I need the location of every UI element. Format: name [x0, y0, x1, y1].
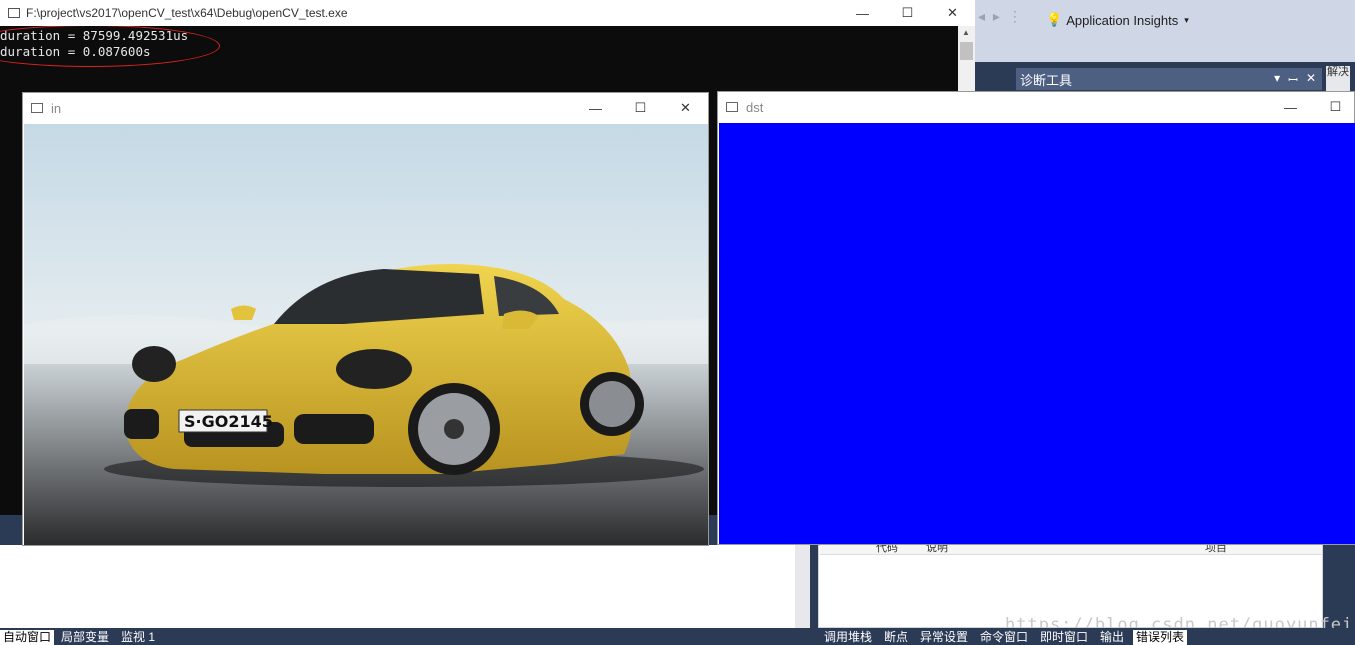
tab-exception-settings[interactable]: 异常设置 — [917, 630, 971, 645]
application-insights-label: Application Insights — [1066, 12, 1179, 28]
tab-output[interactable]: 输出 — [1097, 630, 1127, 645]
lightbulb-icon: 💡 — [1046, 12, 1063, 27]
autos-window-content — [0, 545, 810, 628]
scrollbar-thumb[interactable] — [960, 42, 973, 60]
tab-immediate-window[interactable]: 即时窗口 — [1037, 630, 1091, 645]
image-window-in[interactable]: in — ☐ ✕ S·GO2145 — [22, 92, 709, 546]
console-title: F:\project\vs2017\openCV_test\x64\Debug\… — [26, 6, 348, 20]
maximize-icon[interactable]: ☐ — [618, 100, 663, 116]
tab-autos[interactable]: 自动窗口 — [0, 630, 55, 645]
pin-icon[interactable]: ꟷ — [1288, 71, 1298, 88]
minimize-icon[interactable]: — — [573, 101, 618, 116]
close-icon[interactable]: ✕ — [663, 100, 708, 116]
toolbar-nav-icons[interactable]: ◂ ▸ ⋮ — [978, 8, 1038, 30]
dst-title-bar[interactable]: dst — ☐ — [718, 92, 1354, 122]
image-window-dst[interactable]: dst — ☐ — [717, 91, 1355, 545]
application-insights-button[interactable]: 💡 Application Insights ▾ — [1040, 8, 1195, 32]
dropdown-icon: ▾ — [1184, 14, 1189, 25]
minimize-icon[interactable]: — — [840, 6, 885, 21]
tab-locals[interactable]: 局部变量 — [58, 630, 112, 645]
scroll-up-icon[interactable]: ▲ — [962, 28, 970, 37]
close-icon[interactable]: ✕ — [1306, 71, 1316, 88]
diagnostic-tools-title: 诊断工具 — [1020, 72, 1073, 88]
in-window-title: in — [51, 100, 62, 116]
tab-error-list[interactable]: 错误列表 — [1133, 630, 1188, 645]
console-app-icon — [8, 8, 20, 18]
maximize-icon[interactable]: ☐ — [1313, 99, 1355, 115]
svg-text:S·GO2145: S·GO2145 — [184, 412, 273, 431]
dropdown-icon[interactable]: ▾ — [1274, 71, 1280, 88]
solution-explorer-side-tab[interactable]: 解决 — [1326, 66, 1350, 92]
autos-scrollbar[interactable] — [795, 545, 810, 628]
car-image: S·GO2145 — [24, 124, 708, 545]
dst-blue-image — [719, 123, 1355, 544]
tab-watch-1[interactable]: 监视 1 — [118, 630, 158, 645]
minimize-icon[interactable]: — — [1268, 100, 1313, 115]
tab-breakpoints[interactable]: 断点 — [881, 630, 911, 645]
in-title-bar[interactable]: in — ☐ ✕ — [23, 93, 708, 123]
annotation-ellipse — [0, 25, 220, 67]
window-app-icon — [31, 103, 43, 113]
console-title-bar[interactable]: F:\project\vs2017\openCV_test\x64\Debug\… — [0, 0, 975, 26]
close-icon[interactable]: ✕ — [930, 5, 975, 21]
tab-command-window[interactable]: 命令窗口 — [977, 630, 1031, 645]
tab-call-stack[interactable]: 调用堆栈 — [821, 630, 875, 645]
diagnostic-tools-panel-header[interactable]: 诊断工具 ▾ ꟷ ✕ — [1016, 68, 1322, 90]
window-app-icon — [726, 102, 738, 112]
maximize-icon[interactable]: ☐ — [885, 5, 930, 21]
dst-window-title: dst — [746, 99, 764, 115]
